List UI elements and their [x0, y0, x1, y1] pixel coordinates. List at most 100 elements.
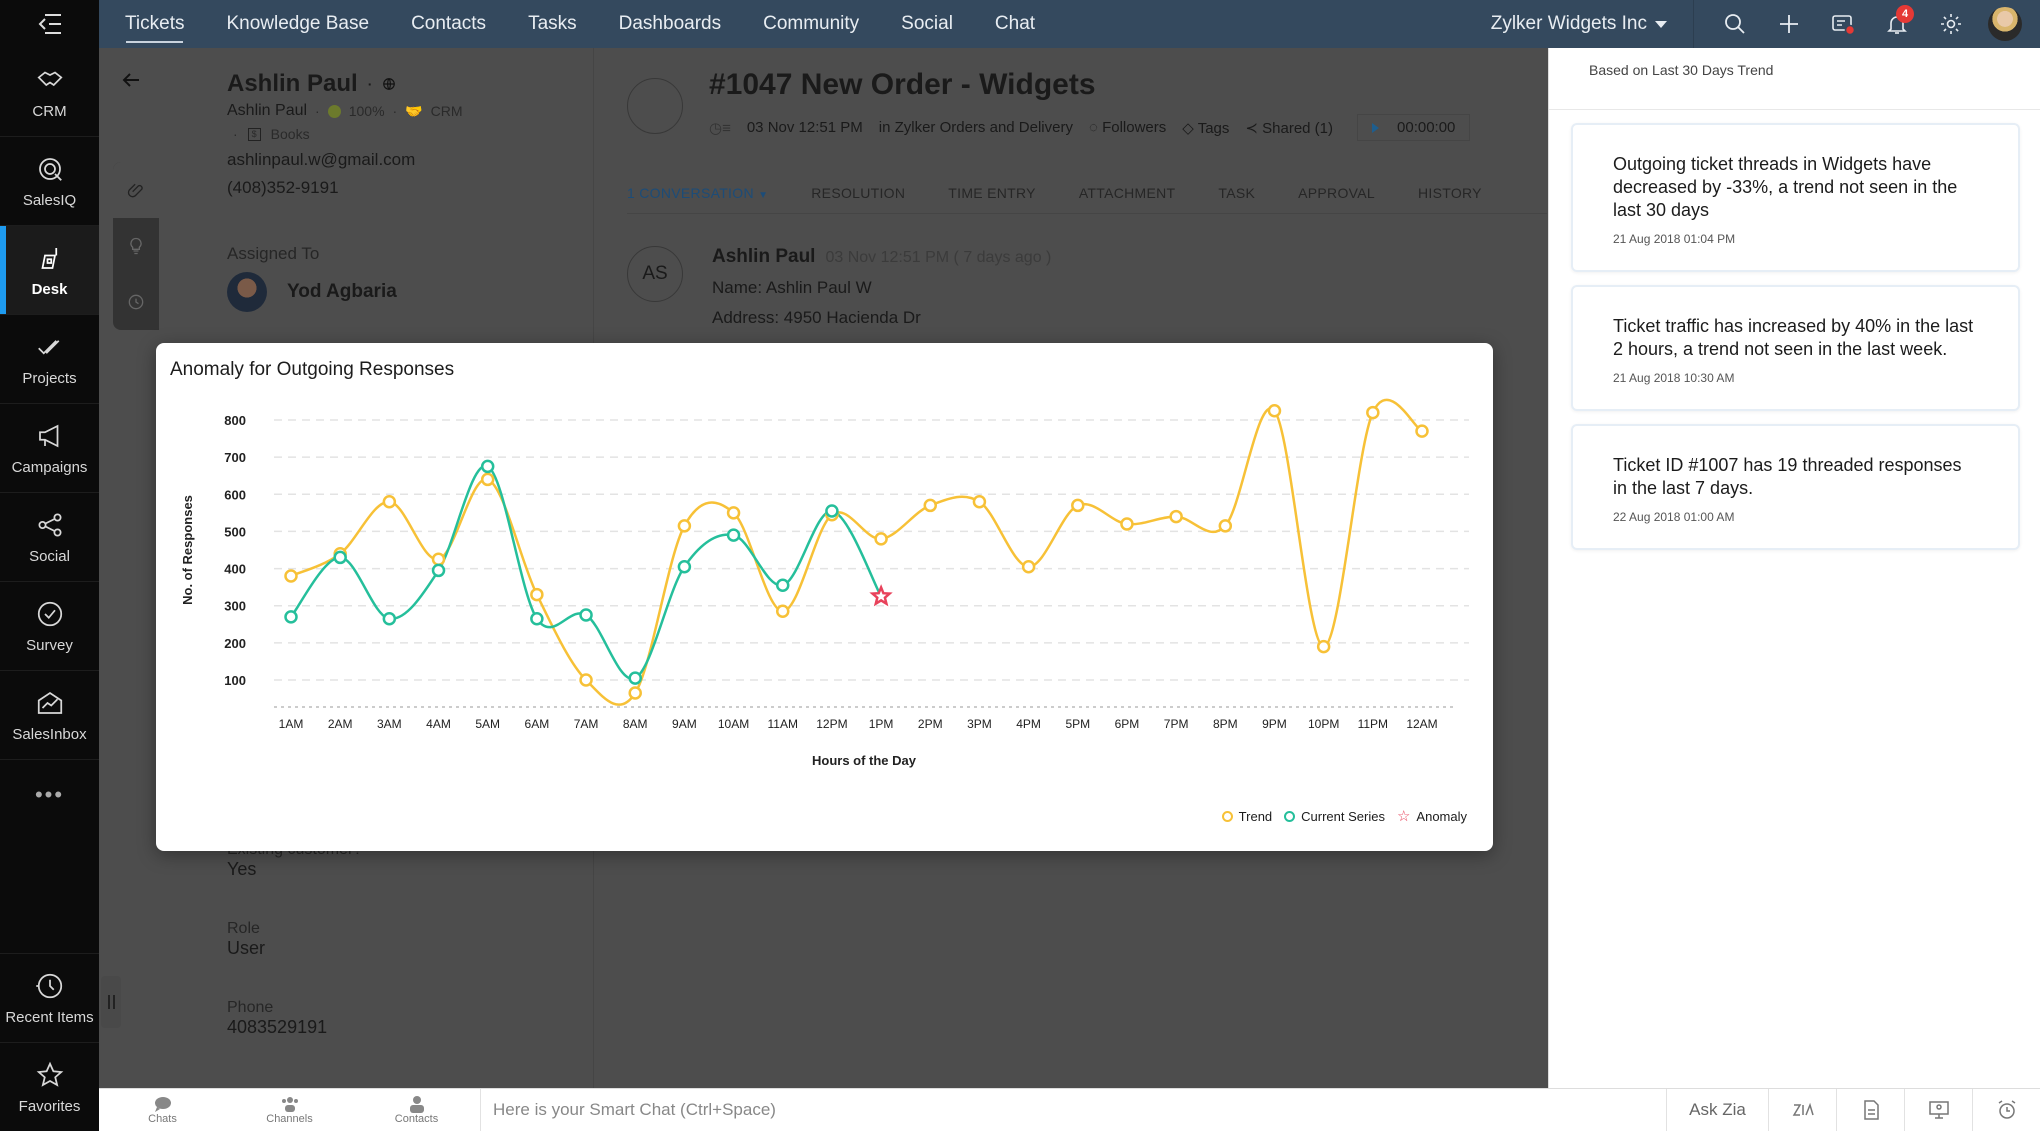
legend-anomaly[interactable]: ☆ Anomaly	[1397, 807, 1467, 825]
contact-name-row: Ashlin Paul ·	[227, 70, 587, 98]
zia-insights-panel: Based on Last 30 Days Trend Outgoing tic…	[1548, 48, 2040, 1088]
trend-line	[290, 398, 1423, 706]
attachment-tool[interactable]	[113, 162, 159, 218]
collapse-menu-button[interactable]	[0, 0, 99, 48]
feed-alert-icon	[1832, 15, 1855, 36]
rail-item-label: SalesIQ	[22, 191, 77, 209]
tab-tasks[interactable]: Tasks	[507, 0, 598, 48]
contact-phone[interactable]: (408)352-9191	[227, 178, 587, 198]
reminder-button[interactable]	[1972, 1088, 2040, 1131]
trend-point	[1267, 403, 1282, 418]
account-name[interactable]: Ashlin Paul	[227, 102, 307, 120]
tab-social[interactable]: Social	[880, 0, 974, 48]
history-icon	[35, 973, 62, 998]
add-button[interactable]	[1762, 0, 1816, 48]
current-series-line	[290, 465, 883, 680]
tab-contacts[interactable]: Contacts	[390, 0, 507, 48]
insight-card[interactable]: Ticket ID #1007 has 19 threaded response…	[1571, 424, 2020, 550]
trend-point	[1071, 498, 1085, 513]
trend-point	[284, 569, 298, 583]
ticket-timer[interactable]: 00:00:00	[1357, 114, 1471, 141]
ticket-tab-label: 1 CONVERSATION	[627, 184, 754, 201]
more-apps-button[interactable]: •••	[0, 760, 99, 830]
tab-chat[interactable]: Chat	[974, 0, 1056, 48]
bottom-channels[interactable]: Channels	[226, 1095, 353, 1125]
org-switcher[interactable]: Zylker Widgets Inc	[1491, 0, 1694, 48]
legend-trend[interactable]: Trend	[1221, 809, 1272, 824]
x-tick-label: 6PM	[1115, 717, 1140, 731]
search-button[interactable]	[1708, 0, 1762, 48]
rail-item-campaigns[interactable]: Campaigns	[0, 404, 99, 493]
insight-text: Outgoing ticket threads in Widgets have …	[1613, 154, 1958, 220]
trend-point	[726, 506, 741, 520]
tab-community[interactable]: Community	[742, 0, 880, 48]
insight-card[interactable]: Ticket traffic has increased by 40% in t…	[1571, 285, 2020, 411]
current-series-point	[480, 459, 495, 474]
rail-item-salesinbox[interactable]: SalesInbox	[0, 671, 99, 760]
books-link[interactable]: Books	[271, 126, 310, 142]
x-tick-label: 7AM	[574, 717, 599, 731]
shared-button[interactable]: ≺ Shared (1)	[1245, 119, 1333, 137]
assignee[interactable]: Yod Agbaria	[227, 272, 587, 312]
notes-button[interactable]	[1836, 1088, 1904, 1131]
legend-current[interactable]: Current Series	[1284, 809, 1385, 824]
tab-knowledge-base[interactable]: Knowledge Base	[205, 0, 390, 48]
contact-name[interactable]: Ashlin Paul	[227, 70, 358, 98]
document-icon	[1863, 1100, 1879, 1120]
field-label: Role	[227, 920, 260, 937]
alarm-clock-icon	[1998, 1100, 2015, 1119]
play-icon[interactable]	[1372, 122, 1380, 133]
x-axis-title: Hours of the Day	[812, 753, 917, 768]
books-icon: $	[247, 127, 261, 141]
insight-card[interactable]: Outgoing ticket threads in Widgets have …	[1571, 123, 2020, 272]
insight-time: 21 Aug 2018 10:30 AM	[1613, 371, 1735, 385]
resize-handle[interactable]	[101, 976, 121, 1028]
ticket-tab-time-entry[interactable]: TIME ENTRY	[948, 185, 1036, 201]
screen-share-button[interactable]	[1904, 1088, 1972, 1131]
history-tool[interactable]	[113, 274, 159, 330]
x-tick-label: 10AM	[718, 717, 749, 731]
rail-item-survey[interactable]: Survey	[0, 582, 99, 671]
assigned-to-label: Assigned To	[227, 244, 320, 263]
ticket-tab-history[interactable]: HISTORY	[1418, 185, 1482, 201]
ticket-tab-approval[interactable]: APPROVAL	[1298, 185, 1375, 201]
rail-item-crm[interactable]: CRM	[0, 48, 99, 137]
bottom-contacts-label: Contacts	[394, 1113, 439, 1125]
feed-alert-button[interactable]	[1816, 0, 1870, 48]
back-arrow-icon[interactable]	[119, 68, 143, 92]
ticket-tab-attachment[interactable]: ATTACHMENT	[1079, 185, 1176, 201]
insights-tool[interactable]	[113, 218, 159, 274]
x-tick-label: 4AM	[426, 717, 451, 731]
contact-email[interactable]: ashlinpaul.w@gmail.com	[227, 150, 587, 170]
rail-item-favorites[interactable]: Favorites	[0, 1042, 99, 1131]
followers-button[interactable]: ◌ Followers	[1089, 119, 1166, 136]
history-icon	[128, 294, 144, 310]
tags-button[interactable]: ◇ Tags	[1182, 119, 1229, 137]
rail-item-social[interactable]: Social	[0, 493, 99, 582]
smart-chat-input[interactable]: Here is your Smart Chat (Ctrl+Space)	[480, 1088, 1666, 1131]
assignee-name: Yod Agbaria	[287, 281, 397, 302]
ticket-tab--conversation[interactable]: 1 CONVERSATION ▼	[627, 185, 768, 201]
rail-item-projects[interactable]: Projects	[0, 315, 99, 404]
tab-dashboards[interactable]: Dashboards	[598, 0, 742, 48]
rail-item-desk[interactable]: Desk	[0, 226, 99, 315]
ticket-tab-task[interactable]: TASK	[1218, 185, 1255, 201]
crm-link[interactable]: CRM	[431, 103, 463, 119]
rail-item-recent-items[interactable]: Recent Items	[0, 953, 99, 1042]
zia-button[interactable]	[1768, 1088, 1836, 1131]
settings-button[interactable]	[1924, 0, 1978, 48]
ticket-department[interactable]: in Zylker Orders and Delivery	[879, 119, 1073, 136]
ask-zia-button[interactable]: Ask Zia	[1666, 1088, 1768, 1131]
user-avatar[interactable]	[1988, 7, 2022, 41]
bottom-contacts[interactable]: Contacts	[353, 1095, 480, 1125]
insight-time: 22 Aug 2018 01:00 AM	[1613, 510, 1735, 524]
anomaly-chart-modal: Anomaly for Outgoing Responses 100 200 300…	[156, 343, 1493, 851]
rail-item-salesiq[interactable]: SalesIQ	[0, 137, 99, 226]
smile-icon	[327, 104, 341, 118]
x-tick-label: 9AM	[672, 717, 697, 731]
group-icon	[281, 1097, 298, 1112]
notifications-button[interactable]: 4	[1870, 0, 1924, 48]
tab-tickets[interactable]: Tickets	[104, 0, 205, 48]
bottom-chats[interactable]: Chats	[99, 1095, 226, 1125]
ticket-tab-resolution[interactable]: RESOLUTION	[811, 185, 905, 201]
